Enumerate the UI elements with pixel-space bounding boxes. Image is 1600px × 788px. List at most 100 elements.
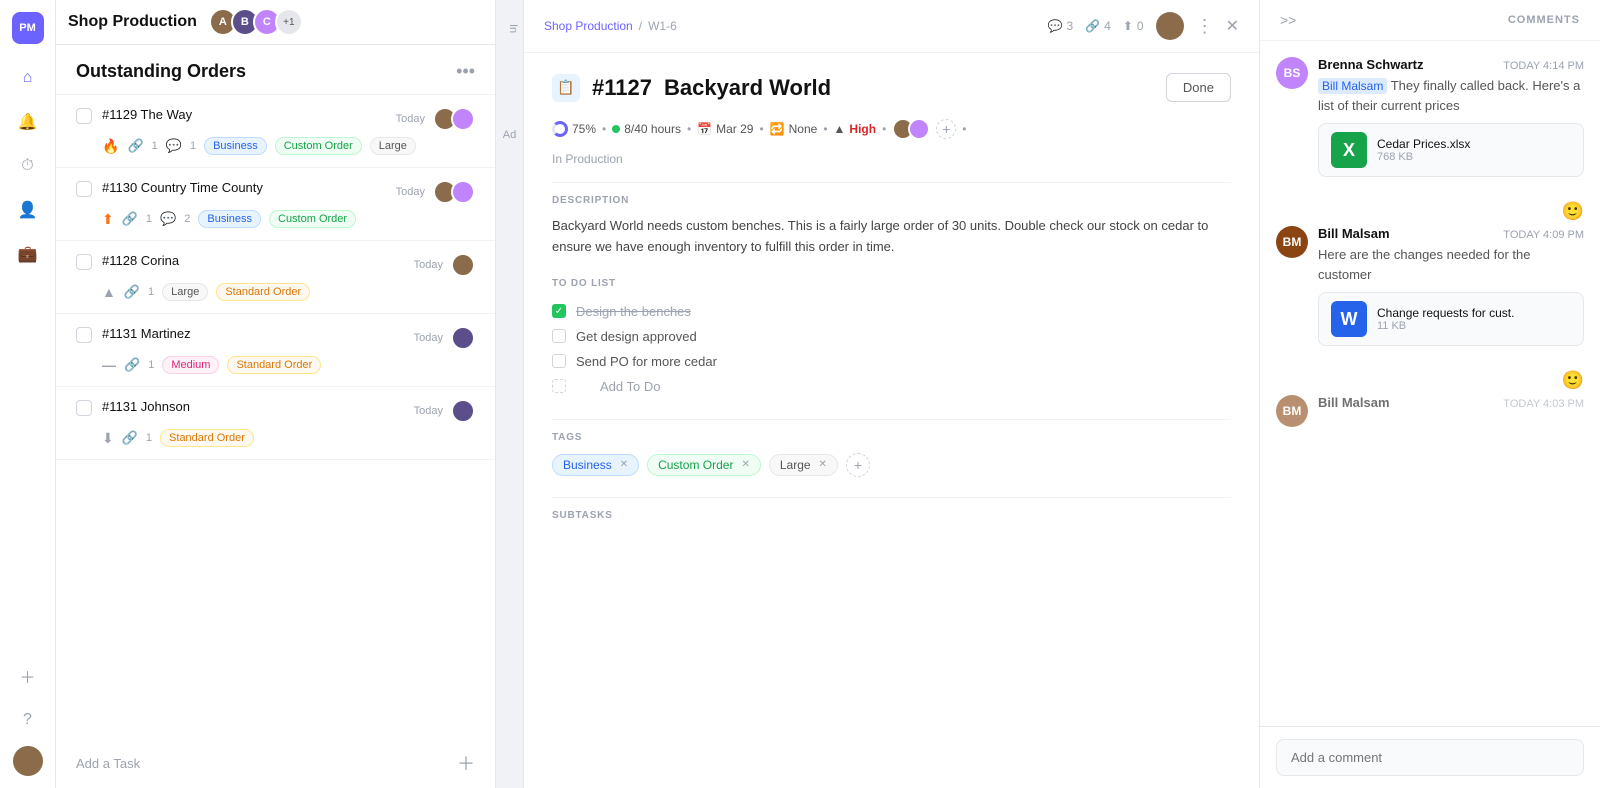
- nav-help-icon[interactable]: ?: [10, 702, 46, 738]
- comment-item-2: BM Bill Malsam TODAY 4:09 PM Here are th…: [1276, 226, 1584, 346]
- comment-input[interactable]: [1276, 739, 1584, 776]
- tag-medium[interactable]: Medium: [162, 356, 219, 374]
- tag-standard-order[interactable]: Standard Order: [160, 429, 254, 447]
- attach-name-2: Change requests for cust.: [1377, 306, 1514, 320]
- stat-dot: •: [602, 122, 606, 136]
- tag-large[interactable]: Large: [370, 137, 416, 155]
- add-task-label: Add a Task: [76, 756, 140, 771]
- detail-close-button[interactable]: ✕: [1226, 16, 1239, 36]
- task-date: Today: [396, 113, 425, 125]
- attach-size-1: 768 KB: [1377, 151, 1470, 163]
- nav-home-icon[interactable]: ⌂: [10, 60, 46, 96]
- comment-header-1: Brenna Schwartz TODAY 4:14 PM: [1318, 57, 1584, 72]
- comments-header: >> COMMENTS: [1260, 0, 1600, 41]
- description-text: Backyard World needs custom benches. Thi…: [552, 216, 1231, 258]
- tag-business[interactable]: Business: [198, 210, 261, 228]
- priority-up-icon: ⬆: [102, 211, 114, 228]
- add-task-row[interactable]: Add a Task ＋: [56, 738, 495, 788]
- detail-more-button[interactable]: ⋮: [1196, 16, 1214, 37]
- stat-dot-5: •: [882, 122, 886, 136]
- todo-checkbox-2[interactable]: [552, 329, 566, 343]
- task-checkbox[interactable]: [76, 108, 92, 124]
- breadcrumb: Shop Production / W1-6: [544, 19, 677, 33]
- link-icon: 🔗: [122, 211, 138, 227]
- tag-large[interactable]: Large: [162, 283, 208, 301]
- priority-stat: ▲ High: [834, 122, 877, 136]
- detail-user-avatar: [1156, 12, 1184, 40]
- nav-notifications-icon[interactable]: 🔔: [10, 104, 46, 140]
- progress-circle: [552, 121, 568, 137]
- todo-label: TO DO LIST: [552, 278, 1231, 289]
- tag-remove-business[interactable]: ✕: [620, 459, 628, 470]
- partial-column: In Ad: [496, 0, 524, 788]
- divider-3: [552, 497, 1231, 498]
- task-checkbox[interactable]: [76, 181, 92, 197]
- comment-text-2: Here are the changes needed for the cust…: [1318, 245, 1584, 284]
- tag-item-business: Business ✕: [552, 454, 639, 476]
- add-todo-item[interactable]: Add To Do: [552, 374, 1231, 399]
- task-checkbox[interactable]: [76, 327, 92, 343]
- tag-business[interactable]: Business: [204, 137, 267, 155]
- tag-standard-order[interactable]: Standard Order: [216, 283, 310, 301]
- link-count: 1: [146, 213, 152, 225]
- detail-task-title: Backyard World: [664, 75, 831, 101]
- add-task-plus-icon[interactable]: ＋: [457, 750, 475, 776]
- nav-briefcase-icon[interactable]: 💼: [10, 236, 46, 272]
- commenter-avatar-2: BM: [1276, 226, 1308, 258]
- task-list: #1129 The Way Today 🔥 🔗 1 💬: [56, 95, 495, 738]
- attach-meta-count: 0: [1137, 19, 1144, 33]
- link-icon: 🔗: [124, 357, 140, 373]
- nav-history-icon[interactable]: ⏱: [10, 148, 46, 184]
- task-avatar: [451, 326, 475, 350]
- task-item[interactable]: #1129 The Way Today 🔥 🔗 1 💬: [56, 95, 495, 168]
- divider-2: [552, 419, 1231, 420]
- breadcrumb-project[interactable]: Shop Production: [544, 19, 633, 33]
- task-meta: ⬆ 🔗 1 💬 2 Business Custom Order: [102, 210, 475, 228]
- link-icon: 🔗: [127, 138, 143, 154]
- breadcrumb-id: W1-6: [648, 19, 677, 33]
- comment-body-1: Brenna Schwartz TODAY 4:14 PM Bill Malsa…: [1318, 57, 1584, 177]
- priority-medium-icon: —: [102, 357, 116, 373]
- link-count: 1: [148, 286, 154, 298]
- nav-people-icon[interactable]: 👤: [10, 192, 46, 228]
- add-todo-label[interactable]: Add To Do: [576, 379, 660, 394]
- tag-custom-order[interactable]: Custom Order: [269, 210, 356, 228]
- task-title: #1131 Martinez: [102, 326, 191, 341]
- link-icon: 🔗: [122, 430, 138, 446]
- todo-checkbox-checked[interactable]: ✓: [552, 304, 566, 318]
- attachment-2[interactable]: W Change requests for cust. 11 KB: [1318, 292, 1584, 346]
- comment-time-3: TODAY 4:03 PM: [1503, 398, 1584, 410]
- tag-remove-large[interactable]: ✕: [819, 459, 827, 470]
- task-date: Today: [414, 332, 443, 344]
- tag-custom-order[interactable]: Custom Order: [275, 137, 362, 155]
- tag-label-custom: Custom Order: [658, 458, 733, 472]
- tag-standard-order[interactable]: Standard Order: [227, 356, 321, 374]
- emoji-button-1[interactable]: 🙂: [1318, 197, 1584, 226]
- link-meta-icon: 🔗: [1085, 19, 1100, 33]
- add-assignee-button[interactable]: +: [936, 119, 956, 139]
- partial-column-label: In: [496, 8, 523, 49]
- task-checkbox[interactable]: [76, 400, 92, 416]
- tag-remove-custom[interactable]: ✕: [741, 459, 749, 470]
- nav-user-avatar[interactable]: [13, 746, 43, 776]
- collapse-button[interactable]: >>: [1280, 12, 1296, 28]
- nav-add-icon[interactable]: ＋: [10, 658, 46, 694]
- link-count: 1: [152, 140, 158, 152]
- task-item[interactable]: #1128 Corina Today ▲ 🔗 1 Large Standard …: [56, 241, 495, 314]
- done-button[interactable]: Done: [1166, 73, 1231, 102]
- emoji-button-2[interactable]: 🙂: [1318, 366, 1584, 395]
- tags-row: Business ✕ Custom Order ✕ Large ✕ +: [552, 453, 1231, 477]
- task-item[interactable]: #1131 Johnson Today ⬇ 🔗 1 Standard Order: [56, 387, 495, 460]
- sidebar-more-button[interactable]: •••: [456, 61, 475, 82]
- attachment-1[interactable]: X Cedar Prices.xlsx 768 KB: [1318, 123, 1584, 177]
- task-checkbox[interactable]: [76, 254, 92, 270]
- task-avatar: [451, 253, 475, 277]
- task-item[interactable]: #1131 Martinez Today — 🔗 1 Medium Standa…: [56, 314, 495, 387]
- add-tag-button[interactable]: +: [846, 453, 870, 477]
- task-item[interactable]: #1130 Country Time County Today ⬆ 🔗 1 💬: [56, 168, 495, 241]
- link-icon: 🔗: [124, 284, 140, 300]
- todo-item-3: Send PO for more cedar: [552, 349, 1231, 374]
- comment-author-3: Bill Malsam: [1318, 395, 1390, 410]
- todo-text-2: Get design approved: [576, 329, 697, 344]
- todo-checkbox-3[interactable]: [552, 354, 566, 368]
